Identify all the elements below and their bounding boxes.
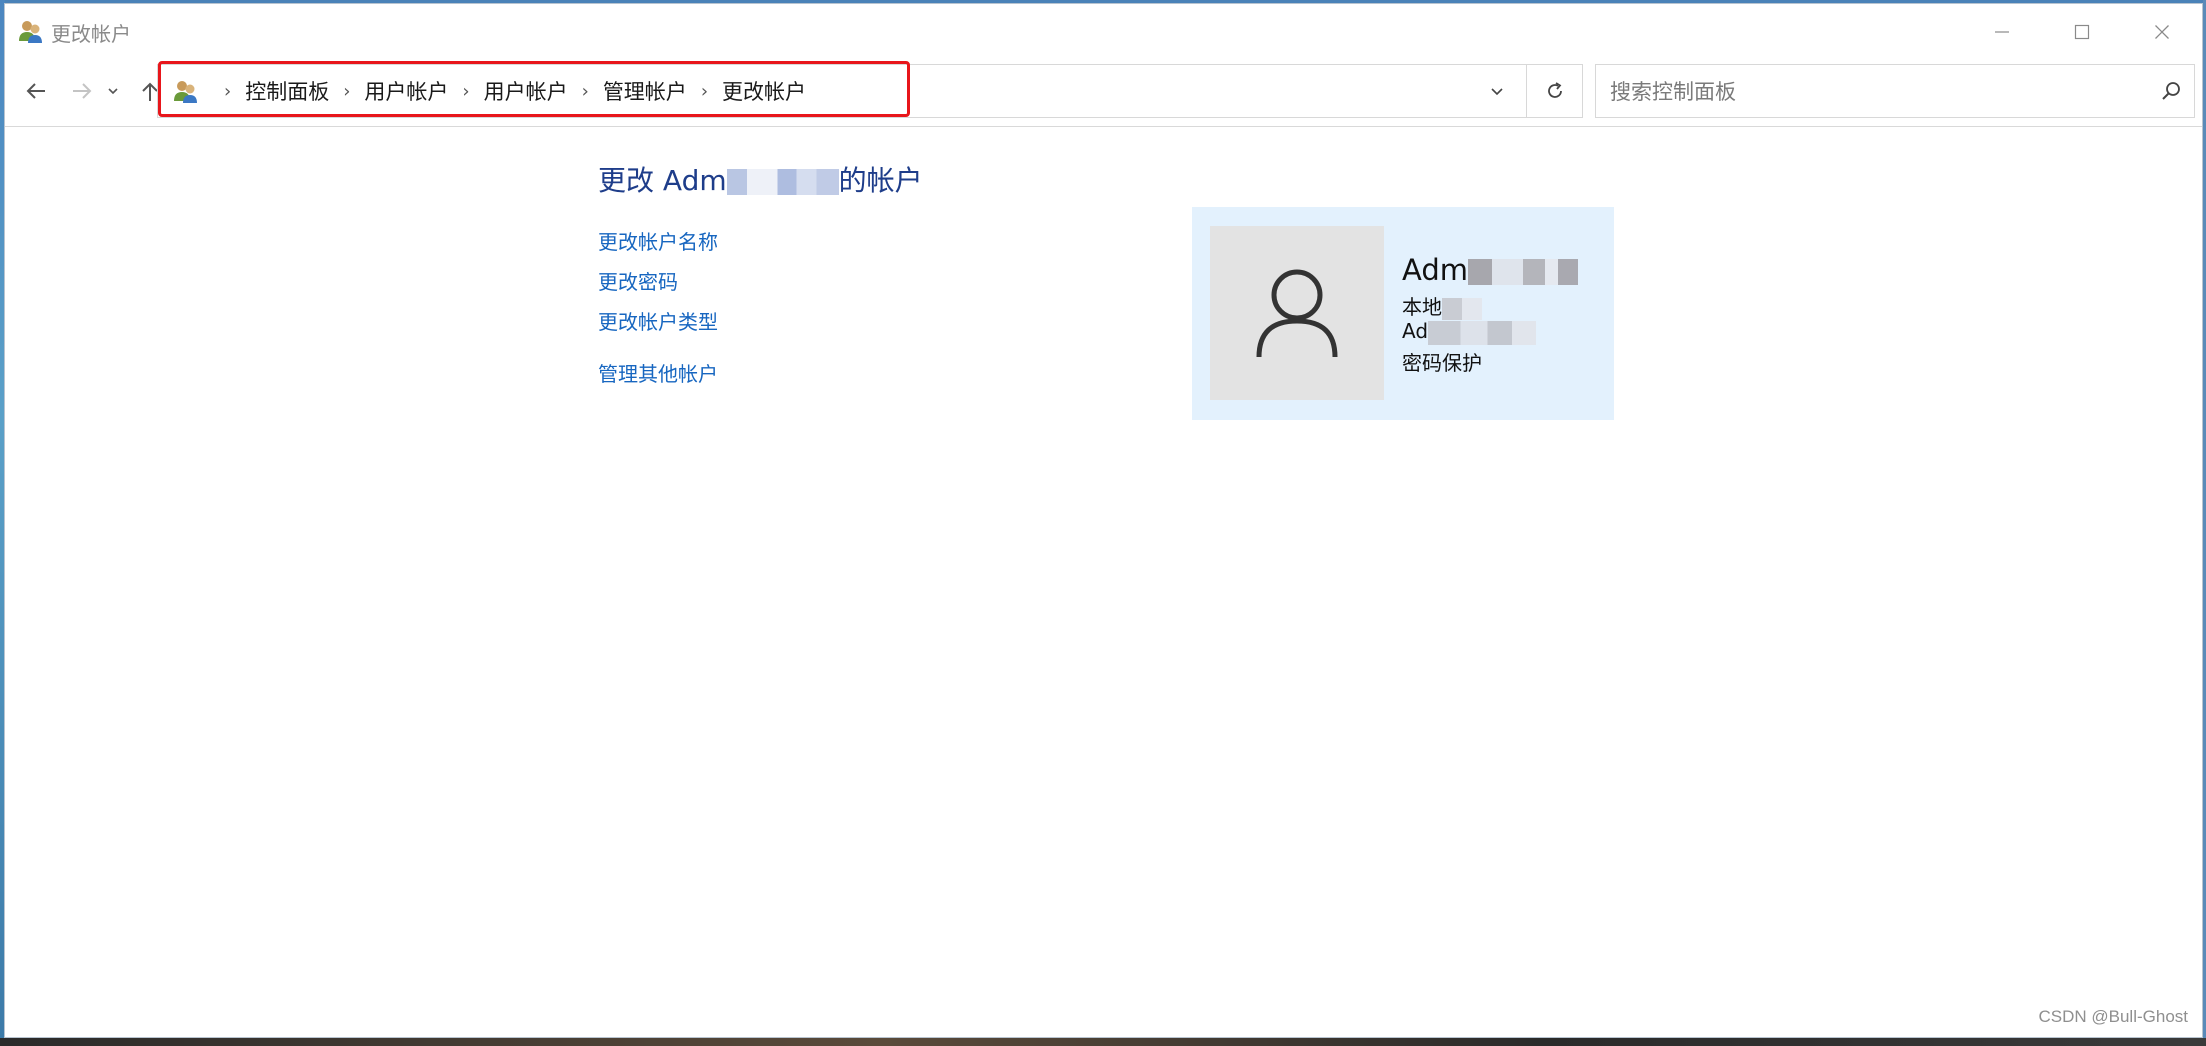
change-account-type-link[interactable]: 更改帐户类型 [598,302,718,342]
toolbar-divider [5,126,2202,127]
breadcrumb-item-change-account[interactable]: 更改帐户 [722,76,806,106]
redacted-account-type [1442,297,1482,320]
address-bar[interactable]: › 控制面板 › 用户帐户 › 用户帐户 › 管理帐户 › 更改帐户 [157,64,1527,118]
page-title: 更改 Adm 的帐户 [598,159,923,199]
back-button[interactable] [19,74,53,108]
close-button[interactable] [2122,4,2202,60]
account-type-line: 本地 [1402,291,1482,320]
password-status-line: 密码保护 [1402,351,1482,375]
chevron-right-icon[interactable]: › [343,81,350,102]
account-role-text: Ad [1402,319,1429,343]
redacted-username [726,169,839,195]
chevron-right-icon[interactable]: › [701,81,708,102]
user-accounts-icon [19,21,42,43]
close-icon [2155,25,2169,39]
title-bar[interactable]: 更改帐户 [5,4,2202,60]
chevron-right-icon[interactable]: › [462,81,469,102]
breadcrumb: › 控制面板 › 用户帐户 › 用户帐户 › 管理帐户 › 更改帐户 [172,65,806,117]
control-panel-window: 更改帐户 › 控制面板 › 用户帐户 › 用户帐户 › 管理帐户 › 更改帐户 … [4,3,2203,1038]
window-title: 更改帐户 [51,22,131,46]
account-name: Adm [1402,253,1578,287]
search-icon[interactable] [2160,80,2182,102]
search-input[interactable] [1608,65,2132,119]
manage-other-accounts-link[interactable]: 管理其他帐户 [598,354,718,394]
minimize-button[interactable] [1962,4,2042,60]
breadcrumb-item-manage-accounts[interactable]: 管理帐户 [603,76,687,106]
redacted-account-role [1428,320,1537,345]
chevron-down-icon [108,88,118,95]
breadcrumb-item-user-accounts-2[interactable]: 用户帐户 [484,76,568,106]
address-history-button[interactable] [1468,65,1526,117]
account-task-links: 更改帐户名称 更改密码 更改帐户类型 管理其他帐户 [598,222,718,394]
forward-button[interactable] [65,74,99,108]
account-card: Adm 本地 Ad 密码保护 [1192,207,1614,420]
refresh-icon [1547,82,1562,98]
watermark: CSDN @Bull-Ghost [2038,1007,2188,1026]
chevron-right-icon: › [224,80,232,102]
account-name-text: Adm [1402,253,1468,287]
navigation-row: › 控制面板 › 用户帐户 › 用户帐户 › 管理帐户 › 更改帐户 [5,60,2202,124]
page-title-prefix: 更改 Adm [598,164,727,197]
user-accounts-icon [174,81,197,103]
account-type-text: 本地 [1402,295,1442,319]
maximize-button[interactable] [2042,4,2122,60]
breadcrumb-item-user-accounts[interactable]: 用户帐户 [364,76,448,106]
account-role-line: Ad [1402,319,1537,345]
arrow-left-icon [26,83,45,99]
refresh-button[interactable] [1527,64,1583,118]
redacted-account-name [1468,259,1578,285]
avatar [1210,226,1384,400]
user-avatar-icon [1256,269,1338,358]
search-box[interactable] [1595,64,2195,119]
change-password-link[interactable]: 更改密码 [598,262,718,302]
change-account-name-link[interactable]: 更改帐户名称 [598,222,718,262]
recent-locations-button[interactable] [101,74,125,108]
maximize-icon [2074,24,2090,40]
chevron-right-icon[interactable]: › [582,81,589,102]
arrow-right-icon [73,83,92,99]
chevron-down-icon [1491,88,1503,96]
page-title-suffix: 的帐户 [838,164,923,197]
desktop-edge-bottom [0,1038,2206,1046]
breadcrumb-item-control-panel[interactable]: 控制面板 [245,76,329,106]
minimize-icon [1995,31,2009,33]
